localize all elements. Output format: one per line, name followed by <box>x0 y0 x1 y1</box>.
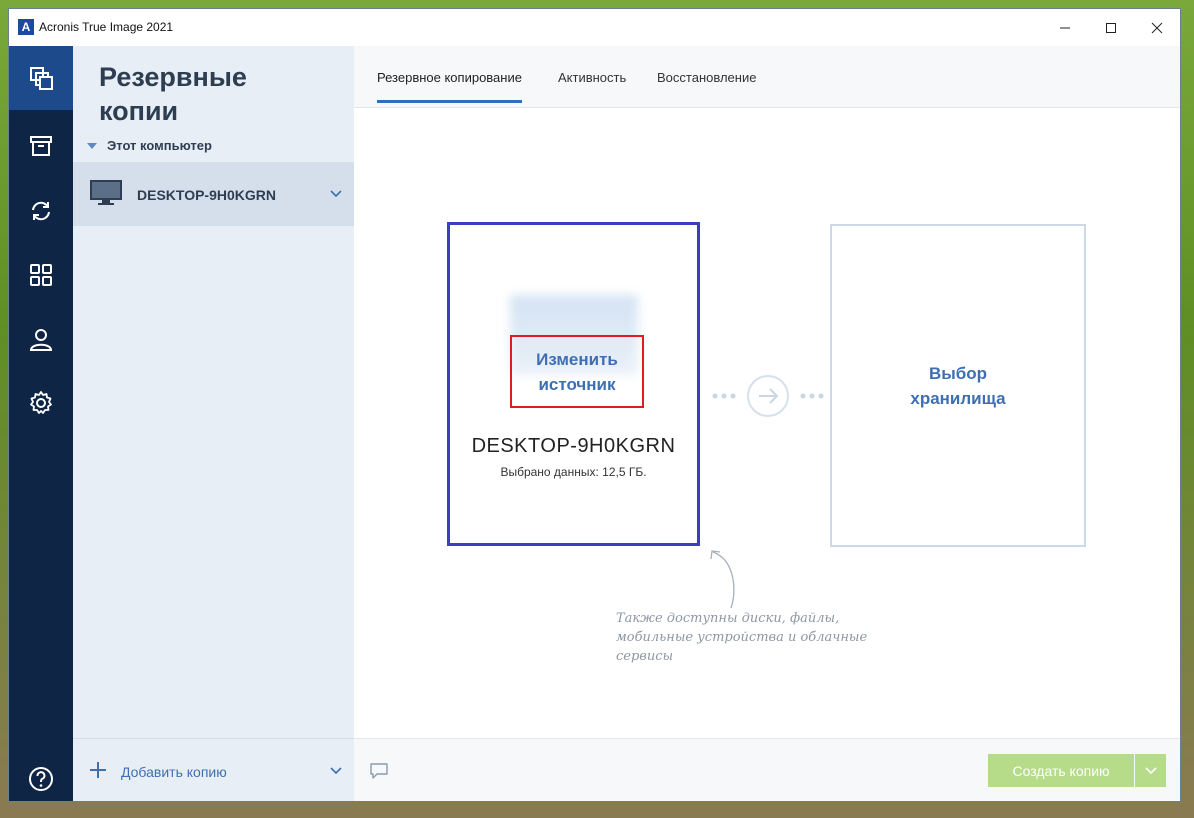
bottom-bar: Создать копию <box>354 738 1180 801</box>
nav-sync[interactable] <box>9 179 73 243</box>
app-window: A Acronis True Image 2021 Резервные копи… <box>8 8 1181 802</box>
nav-backup[interactable] <box>9 46 73 110</box>
create-backup-button[interactable]: Создать копию <box>988 754 1134 787</box>
backups-sidebar: Резервные копии Этот компьютер DESKTOP-9… <box>73 46 355 801</box>
main-panel: Резервное копирование Активность Восстан… <box>354 46 1180 801</box>
choose-storage-label: Выбор хранилища <box>910 363 1006 408</box>
nav-settings[interactable] <box>9 371 73 435</box>
sidebar-title: Резервные копии <box>99 62 247 126</box>
curved-arrow-icon <box>710 550 735 609</box>
source-card[interactable]: Изменить источник DESKTOP-9H0KGRN Выбран… <box>447 222 700 546</box>
nav-tools[interactable] <box>9 243 73 307</box>
change-source-label: Изменить источник <box>536 349 618 394</box>
destination-card[interactable]: Выбор хранилища <box>830 224 1086 547</box>
tab-backup[interactable]: Резервное копирование <box>377 70 522 103</box>
group-this-computer[interactable]: Этот компьютер <box>87 138 212 153</box>
sidebar-item-desktop[interactable]: DESKTOP-9H0KGRN <box>73 162 354 226</box>
window-title: Acronis True Image 2021 <box>39 20 174 34</box>
archive-icon <box>30 136 52 156</box>
copies-icon <box>30 67 53 90</box>
tab-recovery[interactable]: Восстановление <box>657 70 756 103</box>
triangle-down-icon <box>87 142 97 149</box>
nav-archive[interactable] <box>9 114 73 178</box>
left-nav <box>9 46 73 801</box>
arrow-connector-icon <box>712 375 824 417</box>
chevron-down-icon <box>1144 766 1157 774</box>
sync-icon <box>32 201 50 221</box>
help-icon <box>29 767 53 791</box>
nav-help[interactable] <box>9 747 73 801</box>
tab-bar: Резервное копирование Активность Восстан… <box>354 46 1180 108</box>
source-name: DESKTOP-9H0KGRN <box>471 435 676 457</box>
tab-activity[interactable]: Активность <box>558 70 626 103</box>
add-backup-bar[interactable]: Добавить копию <box>73 738 354 801</box>
monitor-icon <box>89 179 123 212</box>
comment-icon[interactable] <box>369 762 389 785</box>
nav-account[interactable] <box>9 307 73 371</box>
app-logo-icon: A <box>18 19 34 35</box>
user-icon <box>29 329 53 351</box>
title-bar: A Acronis True Image 2021 <box>9 9 1180 46</box>
chevron-down-icon[interactable] <box>330 186 342 204</box>
group-label: Этот компьютер <box>107 138 212 153</box>
create-backup-dropdown[interactable] <box>1135 754 1166 787</box>
sidebar-item-label: DESKTOP-9H0KGRN <box>137 187 276 203</box>
minimize-button[interactable] <box>1042 9 1088 46</box>
chevron-down-icon[interactable] <box>330 763 342 781</box>
plus-icon <box>89 761 107 784</box>
maximize-button[interactable] <box>1088 9 1134 46</box>
change-source-button[interactable]: Изменить источник <box>510 335 644 408</box>
add-backup-button[interactable]: Добавить копию <box>121 764 227 780</box>
gear-icon <box>30 391 52 414</box>
close-button[interactable] <box>1134 9 1180 46</box>
source-data-size: Выбрано данных: 12,5 ГБ. <box>500 465 647 479</box>
grid-icon <box>30 264 52 286</box>
hint-text: Также доступны диски, файлы, мобильные у… <box>616 611 868 664</box>
